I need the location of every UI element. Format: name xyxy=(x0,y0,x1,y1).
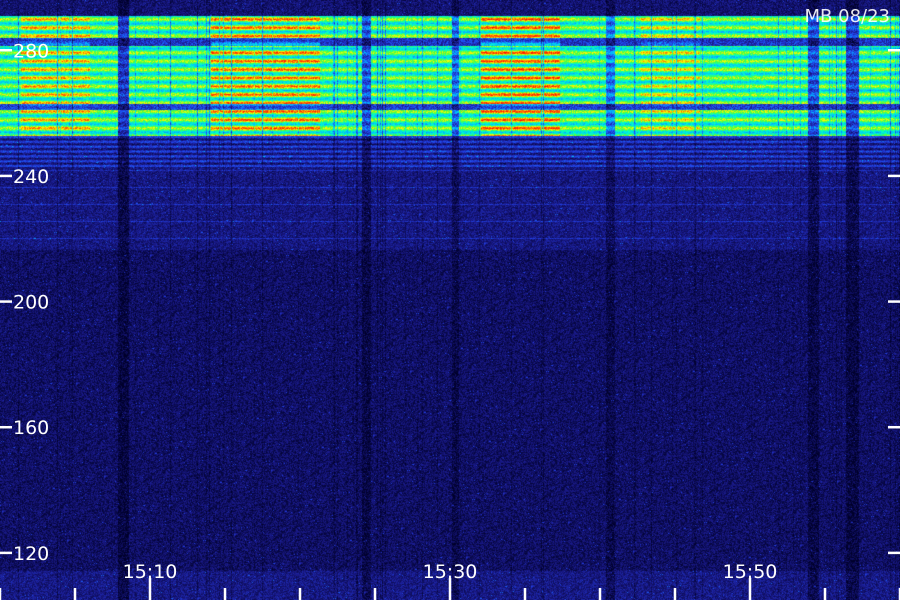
y-tick-label: 280 xyxy=(13,40,49,62)
y-tick-label: 120 xyxy=(13,543,49,565)
x-tick-label: 15:30 xyxy=(423,561,478,583)
station-label: MB 08/23 xyxy=(805,6,890,27)
y-tick-label: 240 xyxy=(13,166,49,188)
x-tick-label: 15:10 xyxy=(123,561,178,583)
axes-overlay: 120 160 200 240 280 15:10 15:30 15:50 MB 08/23 xyxy=(0,6,900,600)
x-tick-label: 15:50 xyxy=(723,561,778,583)
y-tick-label: 200 xyxy=(13,292,49,314)
y-axis: 120 160 200 240 280 xyxy=(0,40,900,565)
x-axis: 15:10 15:30 15:50 xyxy=(0,561,900,600)
y-tick-label: 160 xyxy=(13,417,49,439)
spectrogram-plot: 120 160 200 240 280 15:10 15:30 15:50 MB 08/23 xyxy=(0,0,900,600)
